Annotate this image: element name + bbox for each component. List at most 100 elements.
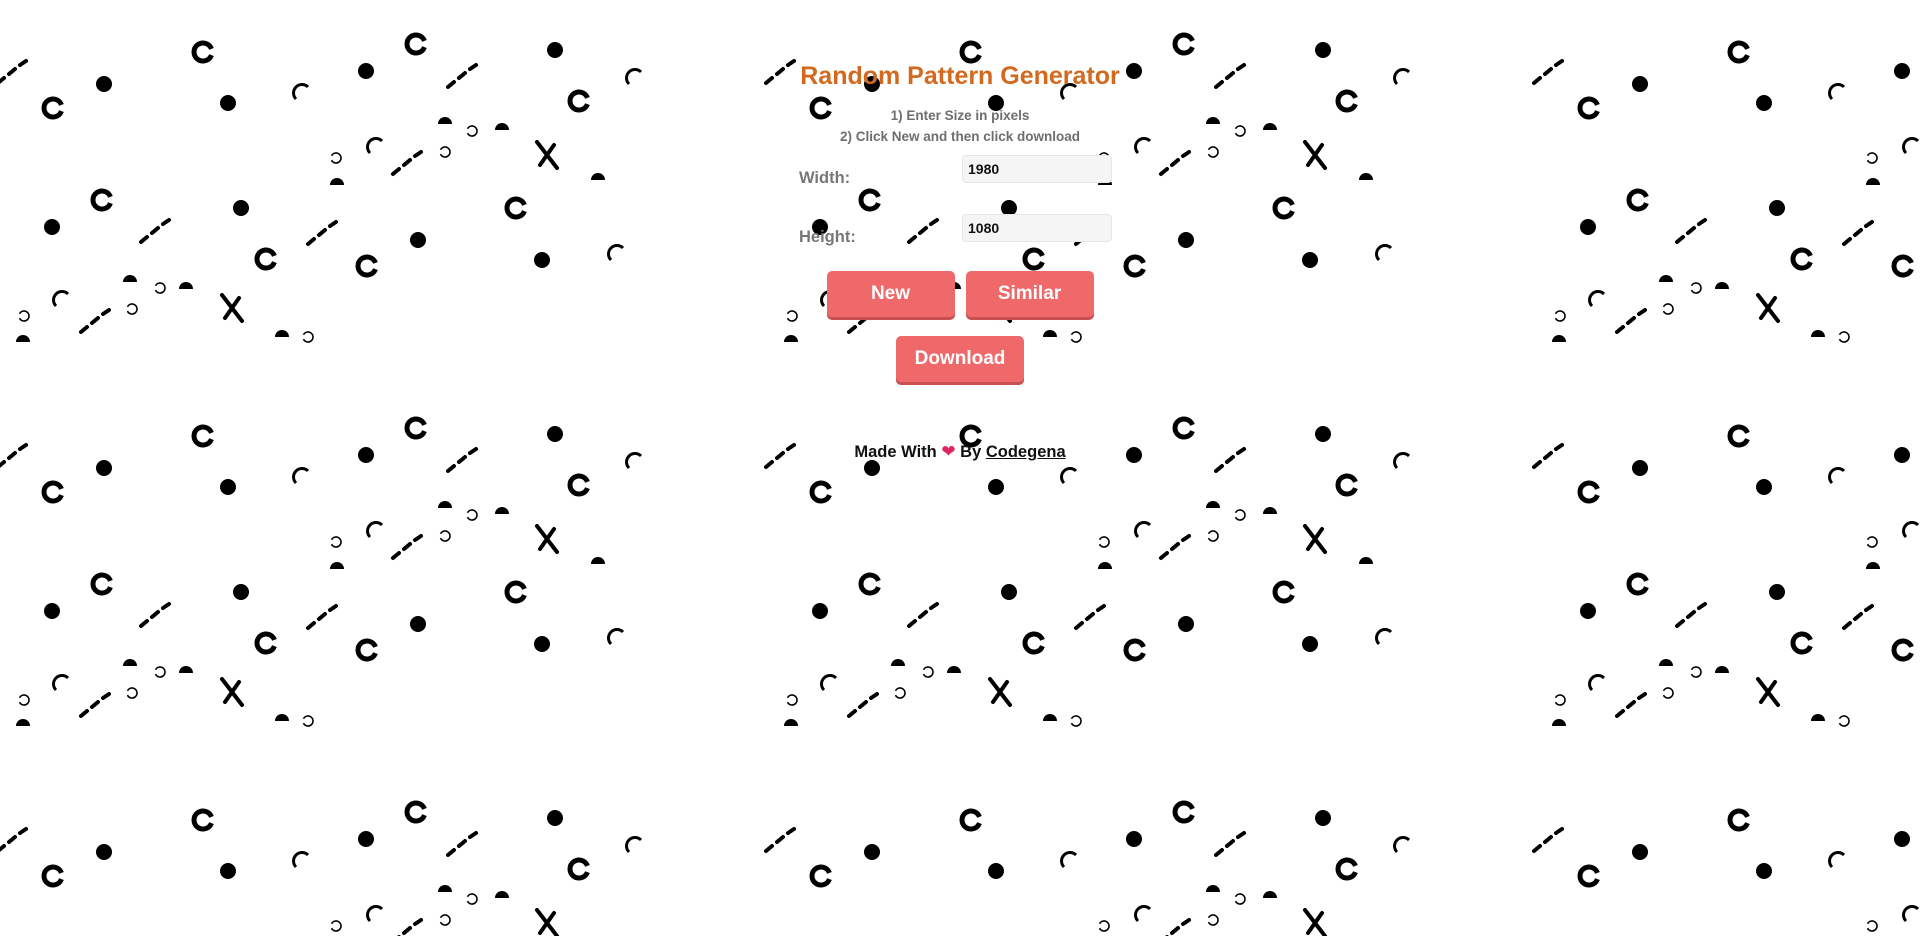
pattern-shape-dot xyxy=(864,460,880,476)
pattern-shape-dash xyxy=(0,443,28,468)
pattern-shape-dash xyxy=(391,534,423,560)
pattern-shape-half xyxy=(330,562,344,569)
pattern-shape-ring xyxy=(809,480,832,504)
pattern-shape-small xyxy=(1554,694,1566,706)
pattern-shape-dot xyxy=(220,479,236,495)
pattern-shape-half xyxy=(1715,282,1729,289)
pattern-shape-half xyxy=(438,117,452,124)
pattern-shape-arc xyxy=(52,290,70,308)
pattern-shape-arc xyxy=(52,674,70,692)
pattern-shape-dot xyxy=(96,76,112,92)
pattern-shape-small xyxy=(1234,125,1246,137)
pattern-shape-ring xyxy=(254,247,277,271)
pattern-shape-ring xyxy=(1790,247,1813,271)
pattern-shape-half xyxy=(275,330,289,337)
pattern-shape-half xyxy=(1359,557,1373,564)
width-input[interactable] xyxy=(962,155,1112,183)
pattern-shape-ring xyxy=(1790,631,1813,655)
new-button[interactable]: New xyxy=(826,271,955,317)
pattern-shape-half xyxy=(179,666,193,673)
pattern-shape-dash xyxy=(1165,918,1191,936)
height-input[interactable] xyxy=(962,214,1112,242)
pattern-shape-half xyxy=(947,666,961,673)
pattern-shape-small xyxy=(439,914,451,926)
pattern-shape-arc xyxy=(1902,137,1920,155)
pattern-shape-arc xyxy=(1134,137,1152,155)
pattern-shape-small xyxy=(466,509,478,521)
pattern-shape-small xyxy=(126,687,138,699)
pattern-shape-dot xyxy=(220,95,236,111)
pattern-shape-half xyxy=(1263,891,1277,898)
pattern-shape-dash xyxy=(1842,220,1874,246)
pattern-shape-dash xyxy=(535,140,559,170)
pattern-shape-dot xyxy=(1302,636,1318,652)
pattern-shape-ring xyxy=(1577,864,1600,888)
pattern-shape-dot xyxy=(1315,426,1331,442)
pattern-shape-small xyxy=(330,536,342,548)
pattern-shape-ring xyxy=(1727,808,1750,832)
pattern-shape-dash xyxy=(1615,692,1647,718)
pattern-shape-dash xyxy=(988,677,1012,707)
pattern-shape-dash xyxy=(1214,447,1246,473)
pattern-shape-arc xyxy=(1060,467,1078,485)
pattern-shape-small xyxy=(1098,920,1110,932)
height-label: Height: xyxy=(799,228,856,246)
pattern-shape-dash xyxy=(397,918,423,936)
pattern-shape-dash xyxy=(306,604,338,630)
pattern-shape-ring xyxy=(191,40,214,64)
instruction-step-2: 2) Click New and then click download xyxy=(839,129,1081,144)
pattern-shape-dot xyxy=(96,460,112,476)
pattern-shape-ring xyxy=(858,572,881,596)
pattern-shape-ring xyxy=(254,631,277,655)
pattern-shape-small xyxy=(1098,536,1110,548)
pattern-shape-dash xyxy=(1214,831,1246,857)
pattern-shape-arc xyxy=(366,521,384,539)
pattern-shape-dot xyxy=(547,810,563,826)
pattern-shape-dash xyxy=(1303,524,1327,554)
pattern-shape-dash xyxy=(220,293,244,323)
pattern-shape-half xyxy=(1359,173,1373,180)
pattern-shape-half xyxy=(275,714,289,721)
primary-actions: New Similar xyxy=(790,271,1130,317)
pattern-shape-small xyxy=(1234,509,1246,521)
pattern-shape-arc xyxy=(1375,628,1393,646)
pattern-shape-ring xyxy=(1577,480,1600,504)
pattern-shape-ring xyxy=(404,416,427,440)
pattern-shape-arc xyxy=(1134,521,1152,539)
pattern-shape-arc xyxy=(607,628,625,646)
pattern-shape-ring xyxy=(567,89,590,113)
pattern-shape-half xyxy=(1263,507,1277,514)
codegena-link[interactable]: Codegena xyxy=(986,443,1066,461)
pattern-shape-dot xyxy=(358,831,374,847)
pattern-shape-half xyxy=(1206,501,1220,508)
pattern-shape-dash xyxy=(0,59,28,84)
pattern-shape-half xyxy=(1811,330,1825,337)
pattern-shape-small xyxy=(786,694,798,706)
pattern-shape-dot xyxy=(534,636,550,652)
pattern-shape-half xyxy=(1659,659,1673,666)
pattern-shape-small xyxy=(18,310,30,322)
pattern-shape-half xyxy=(1043,714,1057,721)
download-actions: Download xyxy=(790,336,1130,382)
pattern-shape-dot xyxy=(410,232,426,248)
footer-credit: Made With ❤ By Codegena xyxy=(790,442,1130,462)
pattern-shape-small xyxy=(1838,715,1850,727)
pattern-shape-dash xyxy=(1214,63,1246,89)
pattern-shape-half xyxy=(330,178,344,185)
pattern-shape-ring xyxy=(1335,473,1358,497)
similar-button[interactable]: Similar xyxy=(965,271,1094,317)
page-title: Random Pattern Generator xyxy=(800,62,1120,90)
download-button[interactable]: Download xyxy=(896,336,1024,382)
pattern-shape-ring xyxy=(567,857,590,881)
made-with-text: Made With xyxy=(854,443,937,461)
pattern-shape-half xyxy=(1715,666,1729,673)
pattern-shape-arc xyxy=(366,137,384,155)
pattern-shape-arc xyxy=(1060,851,1078,869)
width-label: Width: xyxy=(799,169,851,187)
pattern-shape-half xyxy=(16,335,30,342)
pattern-shape-arc xyxy=(1393,836,1411,854)
pattern-shape-dot xyxy=(233,584,249,600)
pattern-shape-dot xyxy=(534,252,550,268)
pattern-shape-dot xyxy=(1580,603,1596,619)
pattern-shape-ring xyxy=(355,254,378,278)
